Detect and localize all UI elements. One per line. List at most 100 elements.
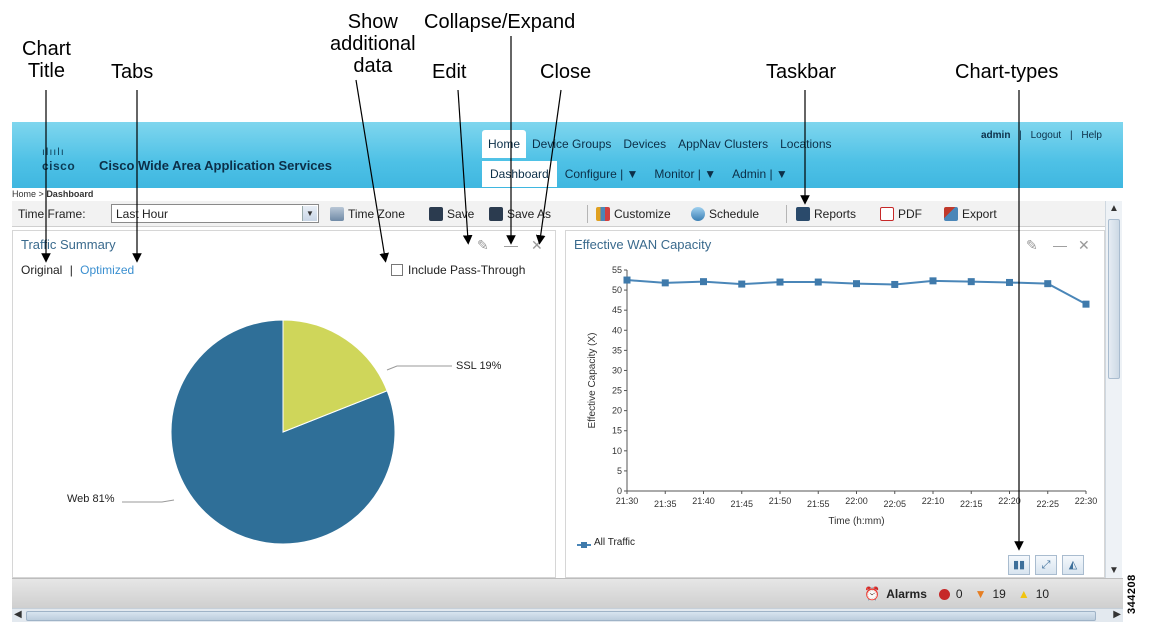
collapse-icon[interactable]: —: [1053, 237, 1067, 253]
pdf-button[interactable]: PDF: [880, 205, 922, 223]
scroll-left-icon[interactable]: ◀: [14, 609, 22, 620]
scroll-up-icon[interactable]: ▲: [1109, 203, 1119, 214]
y-tick-label: 25: [612, 386, 622, 396]
app-title: Cisco Wide Area Application Services: [99, 158, 332, 173]
figure-id: 344208: [1126, 574, 1138, 614]
subnav-configure[interactable]: Configure | ▼: [557, 161, 647, 187]
sub-nav: Dashboard Configure | ▼ Monitor | ▼ Admi…: [482, 160, 796, 188]
y-tick-label: 40: [612, 325, 622, 335]
callout-collapse-expand: Collapse/Expand: [424, 11, 576, 33]
wan-capacity-line-chart: 0 5 10 15 20 25 30 35 40 45 50 55 21:30 21:35 21:40 21:…: [587, 265, 1098, 527]
x-tick-label: 22:20: [998, 496, 1021, 506]
time-frame-select[interactable]: Last Hour ▼: [111, 204, 319, 223]
data-point: [814, 278, 822, 286]
subnav-admin[interactable]: Admin | ▼: [724, 161, 796, 187]
include-pass-through[interactable]: Include Pass-Through: [391, 263, 525, 277]
bar-chart-type-icon[interactable]: ▮▮: [1008, 555, 1030, 575]
reports-icon: [796, 207, 810, 221]
export-button[interactable]: Export: [944, 205, 997, 223]
callout-show-line1: Show: [347, 11, 398, 33]
nav-locations[interactable]: Locations: [774, 130, 837, 158]
customize-button[interactable]: Customize: [596, 205, 671, 223]
toolbar: Time Frame: Last Hour ▼ Time Zone Save S…: [12, 201, 1105, 227]
time-zone-button[interactable]: Time Zone: [330, 205, 405, 223]
nav-devices[interactable]: Devices: [617, 130, 672, 158]
scroll-thumb[interactable]: [1108, 219, 1120, 379]
tab-optimized[interactable]: Optimized: [80, 263, 134, 277]
chevron-down-icon[interactable]: ▼: [302, 206, 317, 221]
y-tick-label: 50: [612, 285, 622, 295]
pdf-icon: [880, 207, 894, 221]
panel-title: Effective WAN Capacity: [574, 237, 712, 252]
cisco-logo: ılıılı cisco: [42, 147, 92, 177]
pie-leader-ssl: [386, 365, 452, 371]
vertical-scrollbar[interactable]: ▲ ▼: [1105, 201, 1122, 578]
reports-button[interactable]: Reports: [796, 205, 856, 223]
line-chart-type-icon[interactable]: ⤢: [1035, 555, 1057, 575]
x-tick-label: 22:30: [1075, 496, 1098, 506]
y-tick-label: 30: [612, 365, 622, 375]
x-tick-label: 22:15: [960, 499, 983, 509]
scroll-right-icon[interactable]: ▶: [1113, 609, 1121, 620]
save-as-label: Save As: [507, 207, 552, 221]
nav-device-groups[interactable]: Device Groups: [526, 130, 617, 158]
y-tick-label: 45: [612, 305, 622, 315]
y-tick-label: 55: [612, 265, 622, 275]
scroll-down-icon[interactable]: ▼: [1109, 565, 1119, 576]
subnav-monitor[interactable]: Monitor | ▼: [646, 161, 724, 187]
legend-label: All Traffic: [594, 537, 635, 548]
y-axis-label: Effective Capacity (X): [587, 333, 598, 429]
critical-alarm-icon: [938, 588, 950, 600]
close-icon[interactable]: ✕: [531, 237, 543, 254]
alarms-summary[interactable]: ⏰ Alarms 0 ▼ 19 ▲ 10: [864, 586, 1049, 602]
floppy-disk-icon: [429, 207, 443, 221]
user-area: admin | Logout | Help: [981, 130, 1102, 141]
clock-icon: [330, 207, 344, 221]
legend-marker: [577, 540, 591, 548]
cisco-logo-bars: ılıılı: [42, 147, 65, 158]
breadcrumb-home[interactable]: Home: [12, 189, 36, 199]
callout-chart-title: Chart Title: [22, 38, 71, 82]
tab-original[interactable]: Original: [21, 263, 62, 277]
help-link[interactable]: Help: [1081, 130, 1102, 141]
logout-link[interactable]: Logout: [1031, 130, 1062, 141]
user-sep-1: |: [1019, 130, 1022, 141]
edit-icon[interactable]: ✎: [1026, 237, 1038, 254]
nav-appnav-clusters[interactable]: AppNav Clusters: [672, 130, 774, 158]
pass-through-checkbox[interactable]: [391, 264, 403, 276]
area-chart-type-icon[interactable]: ◭: [1062, 555, 1084, 575]
horizontal-scrollbar[interactable]: ◀ ▶: [12, 608, 1123, 622]
pie-label-web: Web 81%: [67, 493, 115, 505]
scroll-thumb[interactable]: [26, 611, 1096, 621]
critical-alarm-count: 0: [955, 587, 963, 601]
x-tick-label: 21:35: [654, 499, 677, 509]
save-as-button[interactable]: Save As: [489, 205, 551, 223]
callout-taskbar: Taskbar: [766, 61, 837, 83]
pie-label-ssl: SSL 19%: [456, 360, 502, 372]
data-point: [1044, 280, 1052, 288]
breadcrumb: Home > Dashboard: [12, 189, 93, 199]
x-tick-label: 21:40: [692, 496, 715, 506]
data-point: [967, 278, 975, 286]
y-tick-label: 35: [612, 345, 622, 355]
traffic-pie-chart: SSL 19% Web 81%: [67, 319, 502, 545]
pdf-label: PDF: [898, 207, 922, 221]
subnav-dashboard[interactable]: Dashboard: [482, 161, 557, 187]
callout-chart-title-line2: Title: [27, 60, 65, 82]
breadcrumb-current: Dashboard: [46, 189, 94, 199]
callout-tabs: Tabs: [111, 61, 154, 83]
y-tick-label: 20: [612, 406, 622, 416]
edit-icon[interactable]: ✎: [477, 237, 489, 254]
schedule-icon: [691, 207, 705, 221]
callout-chart-title-line1: Chart: [22, 38, 71, 60]
save-label: Save: [447, 207, 475, 221]
x-tick-label: 21:30: [616, 496, 639, 506]
data-point: [1006, 278, 1013, 286]
major-alarm-icon: ▼: [974, 587, 987, 601]
save-button[interactable]: Save: [429, 205, 474, 223]
schedule-button[interactable]: Schedule: [691, 205, 759, 223]
callout-show-line3: data: [353, 55, 393, 77]
close-icon[interactable]: ✕: [1078, 237, 1090, 254]
nav-home[interactable]: Home: [482, 130, 527, 158]
collapse-icon[interactable]: —: [504, 237, 518, 253]
